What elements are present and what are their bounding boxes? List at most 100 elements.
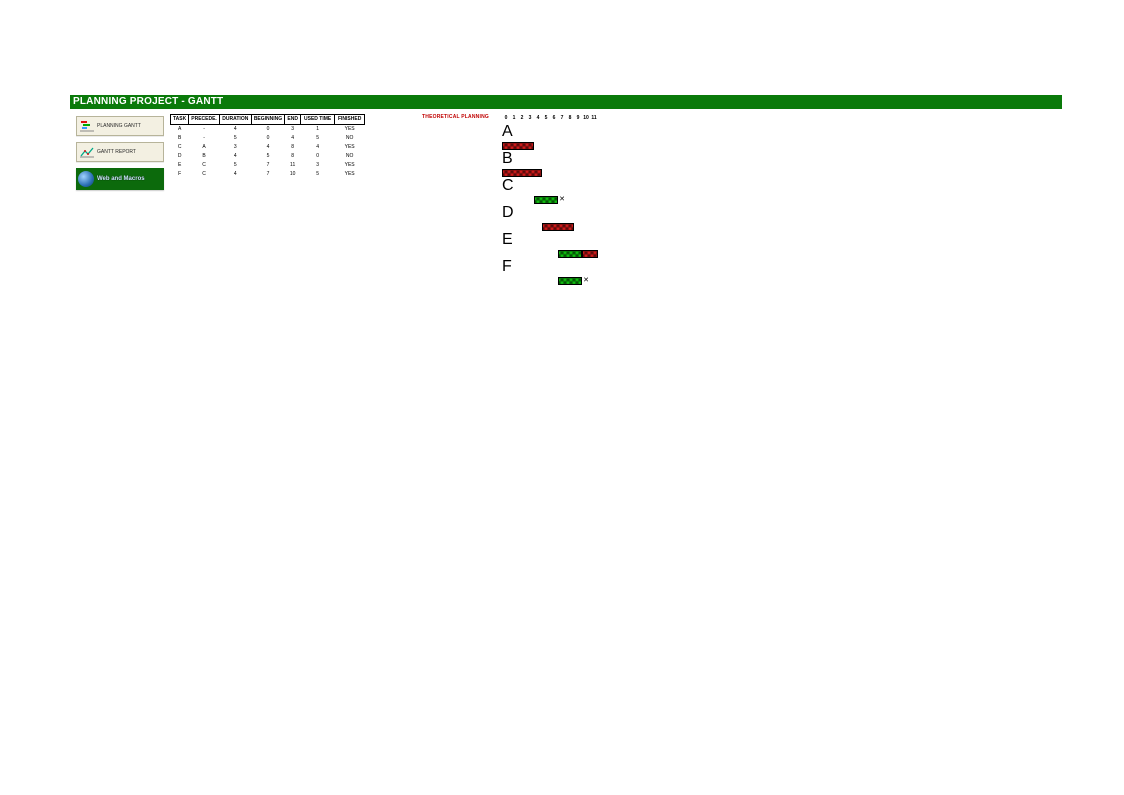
cell-finished: YES	[335, 143, 365, 152]
cell-used: 0	[301, 152, 335, 161]
col-task: TASK	[171, 115, 189, 125]
globe-icon	[78, 171, 94, 187]
gantt-bar	[534, 196, 558, 204]
table-row: CA3484YES	[171, 143, 365, 152]
report-chart-icon	[80, 146, 94, 158]
cell-task: F	[171, 170, 189, 179]
gantt-tick: 3	[526, 114, 534, 123]
cell-finished: YES	[335, 125, 365, 135]
table-row: A-4031YES	[171, 125, 365, 135]
cell-task: D	[171, 152, 189, 161]
cell-precede: C	[189, 161, 220, 170]
planning-gantt-button[interactable]: PLANNING GANTT	[76, 116, 164, 136]
cell-finished: NO	[335, 134, 365, 143]
gantt-tick: 8	[566, 114, 574, 123]
cell-end: 8	[285, 152, 301, 161]
cell-end: 4	[285, 134, 301, 143]
task-table: TASK PRECEDE. DURATION BEGINNING END USE…	[170, 114, 418, 179]
gantt-row-label: F	[502, 258, 598, 276]
gantt-bar	[542, 223, 574, 231]
gantt-row: ✕	[502, 276, 598, 285]
cell-task: C	[171, 143, 189, 152]
gantt-chart-icon	[80, 120, 94, 132]
gantt-report-button[interactable]: GANTT REPORT	[76, 142, 164, 162]
cell-end: 3	[285, 125, 301, 135]
cell-used: 1	[301, 125, 335, 135]
page-title: PLANNING PROJECT - GANTT	[70, 95, 1062, 109]
gantt-row	[502, 141, 598, 150]
cell-used: 4	[301, 143, 335, 152]
gantt-tick: 9	[574, 114, 582, 123]
gantt-tick: 10	[582, 114, 590, 123]
gantt-row	[502, 249, 598, 258]
gantt-row-label: D	[502, 204, 598, 222]
cell-task: E	[171, 161, 189, 170]
gantt-tick: 4	[534, 114, 542, 123]
gantt-bar	[502, 142, 534, 150]
gantt-bar	[558, 277, 582, 285]
gantt-tick: 1	[510, 114, 518, 123]
brand-text: Web and Macros	[97, 176, 145, 182]
cell-beginning: 0	[251, 125, 284, 135]
cell-duration: 5	[219, 161, 251, 170]
cell-precede: -	[189, 125, 220, 135]
gantt-tick: 6	[550, 114, 558, 123]
gantt-tick: 0	[502, 114, 510, 123]
milestone-mark-icon: ✕	[582, 277, 590, 285]
cell-finished: YES	[335, 170, 365, 179]
sidebar: PLANNING GANTT GANTT REPORT Web and Macr…	[76, 116, 164, 190]
gantt-row-label: A	[502, 123, 598, 141]
gantt-bar	[502, 169, 542, 177]
table-row: FC47105YES	[171, 170, 365, 179]
table-row: EC57113YES	[171, 161, 365, 170]
gantt-rows: ABC✕DEF✕	[502, 123, 598, 285]
cell-used: 5	[301, 170, 335, 179]
cell-duration: 4	[219, 152, 251, 161]
gantt-tick: 5	[542, 114, 550, 123]
gantt-bar	[558, 250, 582, 258]
gantt-row-label: E	[502, 231, 598, 249]
gantt-report-label: GANTT REPORT	[97, 149, 136, 155]
gantt-tick: 7	[558, 114, 566, 123]
cell-duration: 4	[219, 170, 251, 179]
cell-end: 11	[285, 161, 301, 170]
table-header-row: TASK PRECEDE. DURATION BEGINNING END USE…	[171, 115, 365, 125]
cell-precede: A	[189, 143, 220, 152]
cell-finished: YES	[335, 161, 365, 170]
table-row: B-5045NO	[171, 134, 365, 143]
gantt-tick: 11	[590, 114, 598, 123]
col-used-time: USED TIME	[301, 115, 335, 125]
col-precede: PRECEDE.	[189, 115, 220, 125]
cell-duration: 4	[219, 125, 251, 135]
cell-used: 3	[301, 161, 335, 170]
gantt-row-label: C	[502, 177, 598, 195]
gantt-row	[502, 222, 598, 231]
table-row: DB4580NO	[171, 152, 365, 161]
gantt-chart: 01234567891011 ABC✕DEF✕	[502, 114, 598, 285]
gantt-row-label: B	[502, 150, 598, 168]
cell-beginning: 0	[251, 134, 284, 143]
cell-task: B	[171, 134, 189, 143]
cell-beginning: 7	[251, 161, 284, 170]
cell-used: 5	[301, 134, 335, 143]
gantt-timeline-header: 01234567891011	[502, 114, 598, 123]
col-finished: FINISHED	[335, 115, 365, 125]
cell-task: A	[171, 125, 189, 135]
gantt-row	[502, 168, 598, 177]
cell-beginning: 5	[251, 152, 284, 161]
col-beginning: BEGINNING	[251, 115, 284, 125]
planning-gantt-label: PLANNING GANTT	[97, 123, 141, 129]
cell-end: 10	[285, 170, 301, 179]
cell-duration: 5	[219, 134, 251, 143]
cell-beginning: 7	[251, 170, 284, 179]
cell-beginning: 4	[251, 143, 284, 152]
cell-precede: C	[189, 170, 220, 179]
gantt-tick: 2	[518, 114, 526, 123]
gantt-bar	[582, 250, 598, 258]
milestone-mark-icon: ✕	[558, 196, 566, 204]
brand-logo: Web and Macros	[76, 168, 164, 190]
gantt-row: ✕	[502, 195, 598, 204]
cell-precede: -	[189, 134, 220, 143]
col-end: END	[285, 115, 301, 125]
col-duration: DURATION	[219, 115, 251, 125]
